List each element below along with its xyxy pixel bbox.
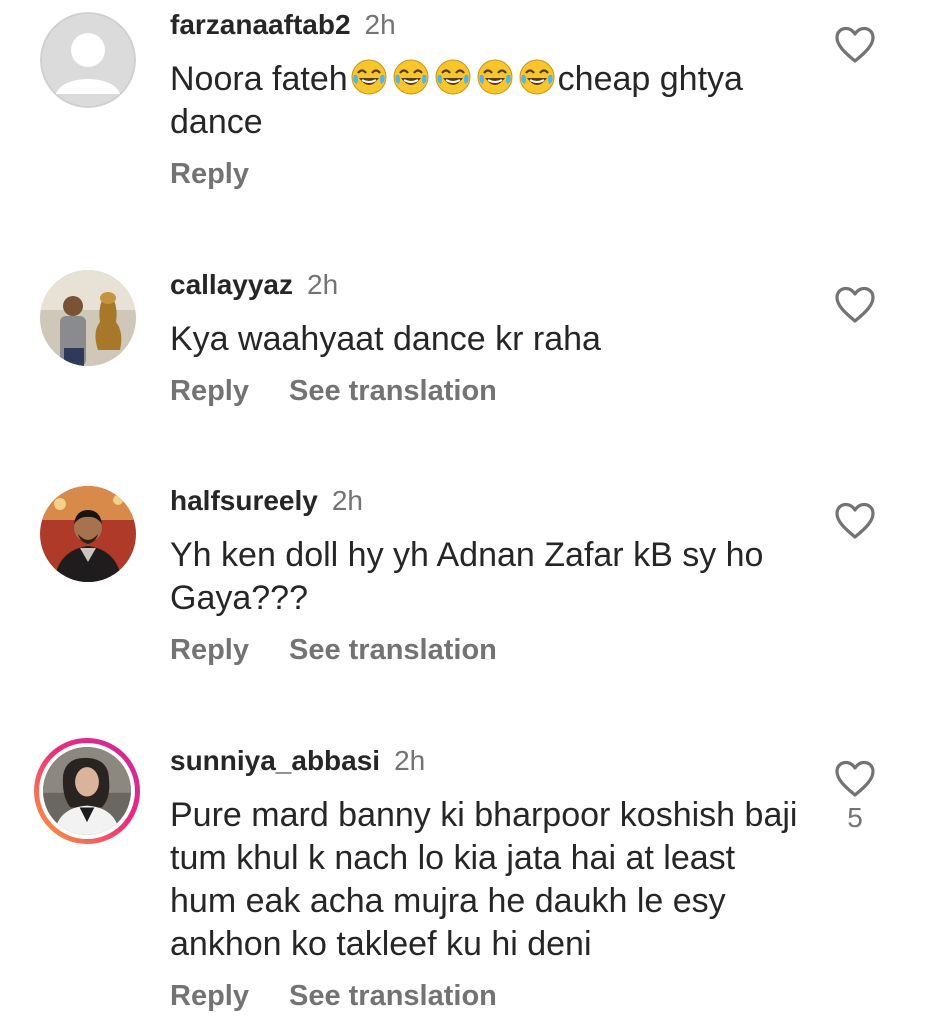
- avatar[interactable]: [40, 270, 136, 366]
- see-translation-button[interactable]: See translation: [289, 978, 497, 1014]
- heart-icon: [835, 286, 875, 323]
- heart-icon: [835, 502, 875, 539]
- avatar[interactable]: [40, 486, 136, 582]
- laughing-emoji-icon: [348, 59, 558, 98]
- like-count: 5: [847, 802, 863, 833]
- profile-photo: [40, 270, 136, 366]
- comment-text: Yh ken doll hy yh Adnan Zafar kB sy ho G…: [170, 536, 764, 617]
- heart-icon: [835, 26, 875, 63]
- see-translation-button[interactable]: See translation: [289, 632, 497, 668]
- comment-username[interactable]: farzanaaftab2: [170, 9, 351, 40]
- like-button[interactable]: [834, 286, 876, 324]
- comment-username[interactable]: callayyaz: [170, 269, 293, 300]
- see-translation-button[interactable]: See translation: [289, 373, 497, 409]
- avatar[interactable]: [40, 12, 136, 108]
- reply-button[interactable]: Reply: [170, 978, 249, 1014]
- reply-button[interactable]: Reply: [170, 632, 249, 668]
- profile-photo: [43, 747, 131, 835]
- like-button[interactable]: [834, 26, 876, 64]
- comment-time: 2h: [394, 745, 426, 776]
- reply-button[interactable]: Reply: [170, 156, 249, 192]
- comment-text: Kya waahyaat dance kr raha: [170, 320, 601, 358]
- comment-username[interactable]: halfsureely: [170, 485, 318, 516]
- comment-time: 2h: [307, 269, 339, 300]
- comment-time: 2h: [364, 9, 396, 40]
- like-button[interactable]: 5: [834, 760, 876, 834]
- reply-button[interactable]: Reply: [170, 373, 249, 409]
- comments-list: farzanaaftab2 2h Noora fateh cheap ghtya d…: [0, 0, 932, 1024]
- like-button[interactable]: [834, 502, 876, 540]
- heart-icon: [835, 760, 875, 797]
- comment-time: 2h: [331, 485, 364, 516]
- default-avatar-icon: [40, 12, 136, 108]
- comment-text: Noora fateh cheap ghtya dance: [170, 59, 743, 141]
- profile-photo: [40, 486, 136, 582]
- comment-text: Pure mard banny ki bharpoor koshish baji…: [170, 796, 798, 963]
- comment-username[interactable]: sunniya_abbasi: [170, 745, 380, 776]
- avatar-story-ring[interactable]: [34, 738, 140, 844]
